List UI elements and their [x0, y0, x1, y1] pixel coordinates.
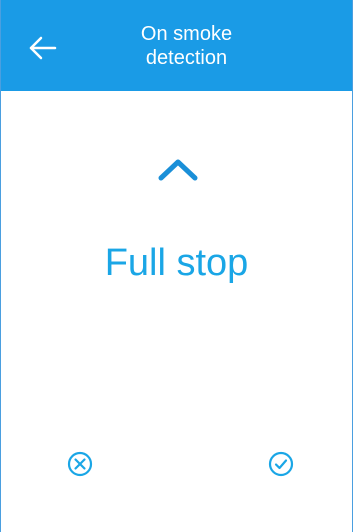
- page-title: On smoke detection: [91, 22, 282, 70]
- confirm-button[interactable]: [267, 450, 295, 478]
- circle-check-icon: [268, 451, 294, 477]
- arrow-left-icon: [29, 36, 57, 60]
- cancel-button[interactable]: [66, 450, 94, 478]
- page-title-line-1: On smoke: [140, 23, 233, 45]
- chevron-up-icon: [158, 159, 198, 181]
- back-button[interactable]: [23, 28, 63, 68]
- circle-x-icon: [67, 451, 93, 477]
- selected-mode-value: Full stop: [104, 242, 249, 284]
- increase-button[interactable]: [155, 152, 201, 186]
- screen: On smoke detection Full stop: [0, 0, 353, 532]
- page-title-line-2: detection: [145, 47, 228, 69]
- header-bar: On smoke detection: [1, 0, 352, 91]
